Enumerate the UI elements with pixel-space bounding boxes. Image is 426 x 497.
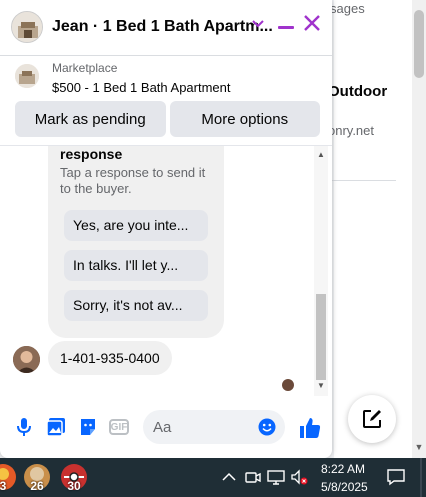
seen-indicator-avatar (282, 379, 294, 391)
messages-scrollbar[interactable]: ▲ ▼ (314, 146, 328, 396)
scroll-down-arrow[interactable]: ▼ (314, 381, 328, 393)
page-scrollbar-thumb[interactable] (414, 10, 424, 78)
new-message-button[interactable] (348, 395, 396, 443)
taskbar-app-2[interactable]: 26 (22, 462, 52, 493)
background-outdoor-heading[interactable]: Outdoor (328, 83, 387, 100)
windows-taskbar: 3 26 30 8:22 AM 5/8/2025 (0, 458, 426, 497)
listing-actions: Mark as pending More options (15, 101, 320, 137)
photo-icon[interactable] (45, 416, 67, 438)
message-list[interactable]: response Tap a response to send it to th… (0, 146, 332, 396)
message-composer: GIF (0, 396, 332, 458)
microphone-icon[interactable] (13, 416, 35, 438)
listing-source-label: Marketplace (52, 61, 118, 75)
listing-avatar[interactable] (11, 11, 43, 43)
close-icon[interactable] (303, 14, 321, 36)
background-site-text: onry.net (328, 123, 375, 138)
listing-thumbnail[interactable] (15, 64, 39, 88)
suggested-responses-title: response (60, 146, 123, 162)
page-scroll-down-arrow[interactable]: ▼ (412, 440, 426, 454)
notification-center-icon[interactable] (386, 468, 406, 486)
taskbar-app-badge: 3 (0, 479, 7, 493)
quick-reply-button[interactable]: In talks. I'll let y... (64, 250, 208, 281)
camera-icon[interactable] (244, 468, 262, 486)
sticker-icon[interactable] (77, 416, 99, 438)
message-bubble[interactable]: 1-401-935-0400 (48, 341, 172, 375)
show-desktop-button[interactable] (420, 458, 422, 497)
suggested-responses-hint: Tap a response to send it to the buyer. (60, 165, 206, 196)
chevron-down-icon[interactable] (252, 17, 264, 32)
like-thumb-icon[interactable] (297, 415, 323, 441)
background-messages-text: sages (330, 1, 365, 16)
chat-window: Jean · 1 Bed 1 Bath Apartm... Marketplac… (0, 0, 332, 458)
listing-title[interactable]: $500 - 1 Bed 1 Bath Apartment (52, 80, 231, 95)
scroll-up-arrow[interactable]: ▲ (314, 150, 328, 162)
mark-as-pending-button[interactable]: Mark as pending (15, 101, 166, 137)
chat-header[interactable]: Jean · 1 Bed 1 Bath Apartm... (0, 0, 332, 56)
minimize-icon[interactable] (278, 26, 294, 29)
more-options-button[interactable]: More options (169, 101, 320, 137)
network-icon[interactable] (267, 468, 285, 486)
quick-reply-button[interactable]: Yes, are you inte... (64, 210, 208, 241)
taskbar-app-3[interactable]: 30 (59, 462, 89, 493)
gif-icon[interactable]: GIF (109, 419, 129, 435)
volume-muted-icon[interactable] (290, 468, 308, 486)
compose-icon (363, 410, 381, 428)
sender-avatar[interactable] (13, 346, 40, 373)
chat-title[interactable]: Jean · 1 Bed 1 Bath Apartm... (52, 18, 273, 36)
taskbar-overflow-chevron-icon[interactable] (222, 469, 236, 485)
emoji-icon[interactable] (258, 418, 276, 436)
quick-reply-button[interactable]: Sorry, it's not av... (64, 290, 208, 321)
background-divider (330, 180, 396, 181)
taskbar-clock-time[interactable]: 8:22 AM (321, 462, 365, 476)
taskbar-clock-date[interactable]: 5/8/2025 (321, 480, 368, 494)
taskbar-app-badge: 26 (30, 479, 44, 493)
taskbar-app-1[interactable]: 3 (0, 462, 18, 493)
taskbar-app-badge: 30 (67, 479, 81, 493)
messages-scrollbar-thumb[interactable] (316, 294, 326, 380)
listing-card: Marketplace $500 - 1 Bed 1 Bath Apartmen… (0, 56, 332, 146)
